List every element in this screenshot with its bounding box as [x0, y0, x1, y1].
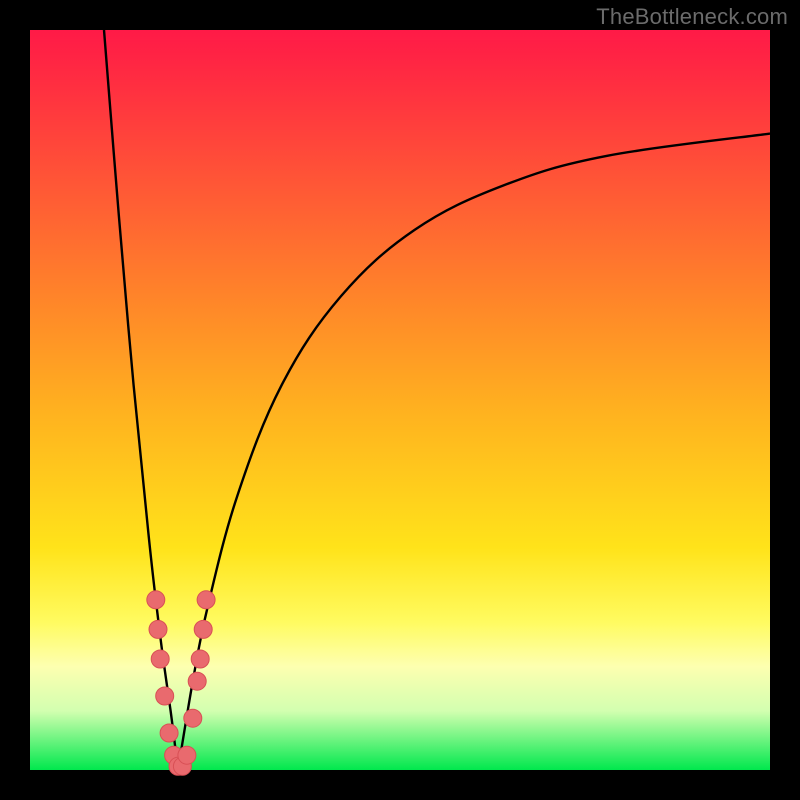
watermark-text: TheBottleneck.com	[596, 4, 788, 30]
plot-area	[30, 30, 770, 770]
curve-layer	[30, 30, 770, 770]
data-marker	[149, 620, 167, 638]
data-marker	[151, 650, 169, 668]
data-marker	[194, 620, 212, 638]
data-marker	[188, 672, 206, 690]
data-marker	[178, 746, 196, 764]
chart-frame: TheBottleneck.com	[0, 0, 800, 800]
data-marker	[160, 724, 178, 742]
data-marker	[156, 687, 174, 705]
bottleneck-curve-right	[178, 134, 770, 770]
data-marker	[191, 650, 209, 668]
data-marker	[197, 591, 215, 609]
data-marker	[184, 709, 202, 727]
data-marker	[147, 591, 165, 609]
